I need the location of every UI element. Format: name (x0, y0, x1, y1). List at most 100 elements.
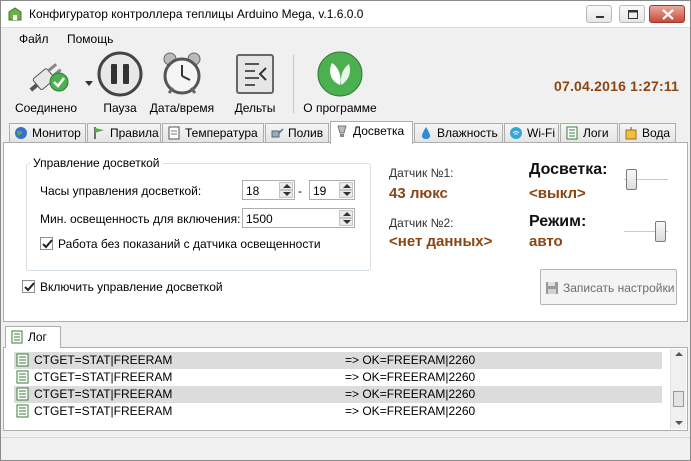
log-panel: CTGET=STAT|FREERAM => OK=FREERAM|2260 CT… (3, 347, 688, 431)
close-icon (662, 9, 674, 20)
hour-from-value: 18 (246, 184, 260, 198)
mode-value: авто (529, 233, 563, 250)
about-button[interactable]: О программе (301, 51, 379, 117)
tab-water[interactable]: Вода (619, 123, 676, 143)
log-row[interactable]: CTGET=STAT|FREERAM => OK=FREERAM|2260 (14, 403, 662, 420)
floppy-disk-icon (546, 282, 558, 294)
maximize-button[interactable] (619, 5, 645, 23)
log-row[interactable]: CTGET=STAT|FREERAM => OK=FREERAM|2260 (14, 386, 662, 403)
menu-help[interactable]: Помощь (67, 32, 113, 46)
min-lux-value: 1500 (246, 212, 273, 226)
watering-can-icon (271, 128, 284, 138)
pause-button[interactable]: Пауза (97, 51, 143, 117)
tab-monitor[interactable]: Монитор (9, 123, 86, 143)
app-window: Конфигуратор контроллера теплицы Arduino… (0, 0, 691, 461)
minimize-button[interactable] (586, 5, 612, 23)
scroll-up-icon[interactable] (675, 352, 683, 357)
hour-to-stepper[interactable]: 19 (309, 180, 355, 200)
slider-thumb[interactable] (655, 221, 666, 242)
save-settings-label: Записать настройки (563, 281, 675, 295)
mode-toggle-slider[interactable] (624, 218, 668, 246)
arrow-down-icon (283, 192, 291, 196)
tab-rules[interactable]: Правила (87, 123, 161, 143)
stepper-up-button[interactable] (339, 182, 353, 190)
tab-label: Wi-Fi (527, 126, 555, 140)
tab-temperature[interactable]: Температура (162, 123, 264, 143)
log-scrollbar[interactable] (670, 349, 686, 429)
log-command: CTGET=STAT|FREERAM (34, 353, 173, 367)
log-command: CTGET=STAT|FREERAM (34, 387, 173, 401)
lighting-status-title: Досветка: (529, 161, 608, 178)
tab-label: Лог (28, 330, 47, 344)
arrow-up-icon (283, 184, 291, 188)
deltas-label: Дельты (234, 101, 276, 115)
scroll-down-icon[interactable] (675, 421, 683, 426)
water-drop-icon (422, 127, 430, 139)
maximize-icon (628, 10, 638, 19)
tab-log[interactable]: Лог (5, 326, 61, 348)
menu-bar: Файл Помощь (1, 29, 690, 49)
connect-label: Соединено (14, 101, 78, 115)
log-response: => OK=FREERAM|2260 (345, 404, 476, 418)
document-icon (168, 126, 180, 140)
log-icon (566, 126, 578, 140)
tab-watering[interactable]: Полив (265, 123, 329, 143)
work-without-sensor-label: Работа без показаний с датчика освещенно… (58, 237, 321, 251)
save-settings-button[interactable]: Записать настройки (540, 269, 677, 305)
status-bar (1, 437, 690, 460)
stepper-up-button[interactable] (279, 182, 293, 190)
close-button[interactable] (649, 5, 685, 23)
sensor1-value: 43 люкс (389, 185, 448, 202)
tab-label: Логи (583, 126, 609, 140)
work-without-sensor-checkbox[interactable] (40, 237, 53, 250)
tab-label: Правила (110, 126, 159, 140)
enable-lighting-label: Включить управление досветкой (40, 280, 223, 294)
datetime-label: Дата/время (149, 101, 215, 115)
water-icon (625, 127, 637, 140)
min-lux-label: Мин. освещенность для включения: (40, 212, 241, 226)
tab-wifi[interactable]: Wi-Fi (504, 123, 559, 143)
tab-humidity[interactable]: Влажность (414, 123, 503, 143)
hour-from-stepper[interactable]: 18 (242, 180, 295, 200)
scrollbar-thumb[interactable] (673, 391, 684, 407)
log-row[interactable]: CTGET=STAT|FREERAM => OK=FREERAM|2260 (14, 352, 662, 369)
connect-button[interactable]: Соединено (13, 51, 95, 117)
enable-lighting-checkbox[interactable] (22, 280, 35, 293)
tab-label: Полив (288, 126, 324, 140)
lighting-panel: Управление досветкой Часы управления дос… (3, 142, 688, 322)
menu-file[interactable]: Файл (19, 32, 49, 46)
stepper-down-button[interactable] (279, 190, 293, 198)
stepper-down-button[interactable] (339, 190, 353, 198)
wifi-icon (510, 127, 522, 139)
log-response: => OK=FREERAM|2260 (345, 387, 476, 401)
arrow-down-icon (343, 220, 351, 224)
sensor1-label: Датчик №1: (389, 166, 454, 180)
tab-label: Температура (185, 126, 258, 140)
toolbar: Соединено Пауза Дата/время Дельты О прог… (1, 49, 690, 119)
minimize-icon (596, 16, 604, 18)
log-entry-icon (16, 404, 29, 418)
slider-thumb[interactable] (626, 169, 637, 190)
lighting-toggle-slider[interactable] (624, 166, 668, 194)
chevron-down-icon (85, 81, 93, 86)
log-tabs: Лог (1, 326, 690, 348)
toolbar-separator (293, 55, 294, 113)
deltas-button[interactable]: Дельты (227, 51, 283, 117)
tab-label: Досветка (353, 124, 405, 138)
min-lux-stepper[interactable]: 1500 (242, 208, 355, 228)
main-tabs: Монитор Правила Температура Полив Досвет… (1, 121, 690, 144)
tab-logs[interactable]: Логи (560, 123, 618, 143)
hours-label: Часы управления досветкой: (40, 184, 202, 198)
log-row[interactable]: CTGET=STAT|FREERAM => OK=FREERAM|2260 (14, 369, 662, 386)
app-icon (8, 7, 22, 21)
tab-lighting[interactable]: Досветка (330, 121, 413, 144)
log-response: => OK=FREERAM|2260 (345, 353, 476, 367)
stepper-up-button[interactable] (339, 210, 353, 218)
tab-label: Монитор (32, 126, 81, 140)
checkmark-icon (24, 282, 35, 292)
stepper-down-button[interactable] (339, 218, 353, 226)
hours-dash: - (298, 184, 302, 198)
datetime-button[interactable]: Дата/время (147, 51, 217, 117)
about-label: О программе (303, 101, 377, 115)
leaf-icon (317, 51, 363, 97)
